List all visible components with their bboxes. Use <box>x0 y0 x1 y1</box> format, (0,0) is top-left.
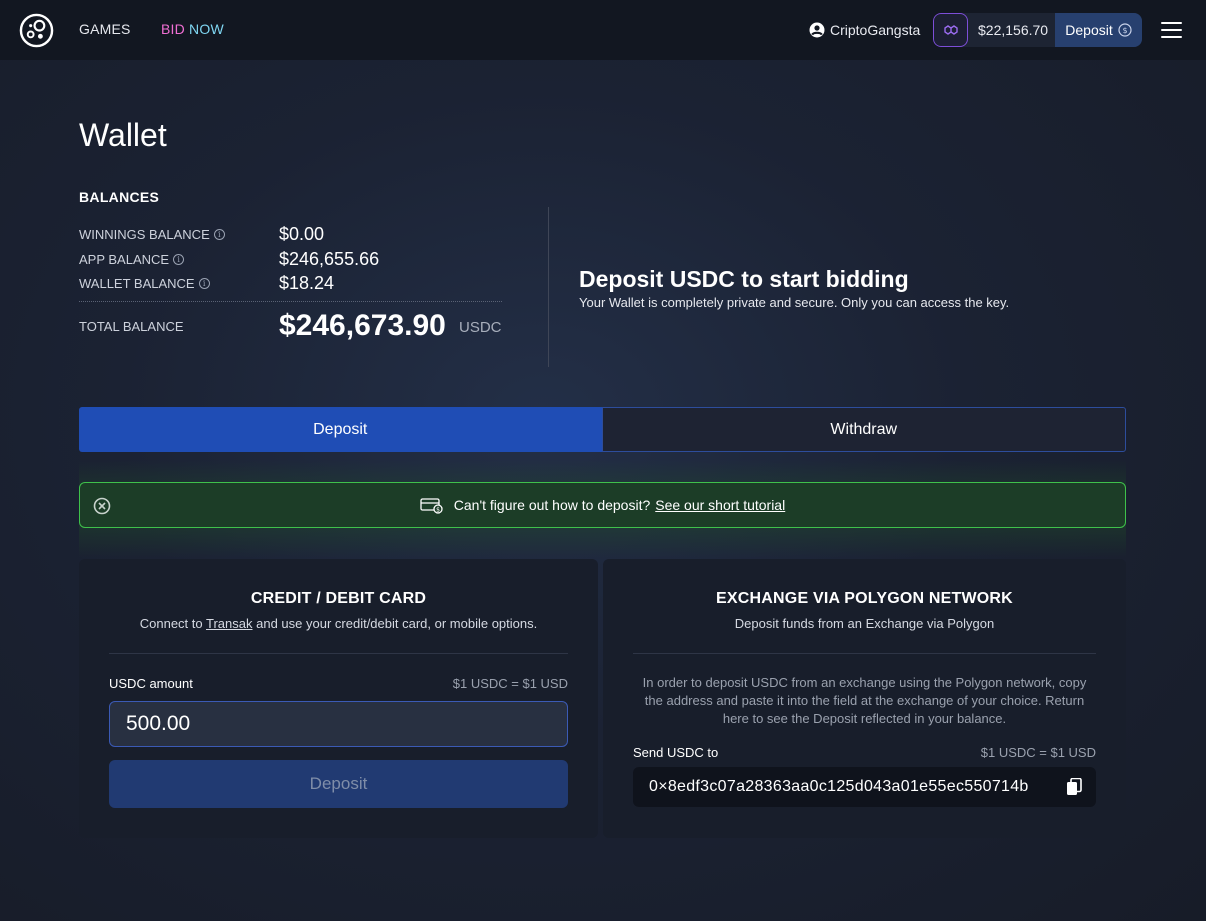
money-card-icon: $ <box>420 498 443 514</box>
balance-value: $0.00 <box>279 224 325 244</box>
page-title: Wallet <box>79 117 167 153</box>
tutorial-link[interactable]: See our short tutorial <box>655 497 785 513</box>
deposit-withdraw-tabs: Deposit Withdraw <box>79 407 1126 452</box>
promo-subtitle: Your Wallet is completely private and se… <box>579 295 1010 310</box>
header-balance: $22,156.70 <box>978 22 1049 38</box>
total-balance-value: $246,673.90 <box>279 309 446 342</box>
tab-deposit[interactable]: Deposit <box>79 407 602 452</box>
balance-label: WINNINGS BALANCE i <box>79 227 279 242</box>
bid-now-part1: BID <box>161 21 185 37</box>
usdc-amount-input[interactable] <box>109 701 568 747</box>
winnings-balance-row: WINNINGS BALANCE i $0.00 <box>79 224 324 245</box>
header-deposit-label: Deposit <box>1065 22 1113 38</box>
exchange-deposit-panel: EXCHANGE VIA POLYGON NETWORK Deposit fun… <box>603 559 1126 838</box>
balances-heading: BALANCES <box>79 189 160 205</box>
card-panel-subtitle: Connect to Transak and use your credit/d… <box>79 616 598 631</box>
exchange-instructions: In order to deposit USDC from an exchang… <box>642 675 1087 726</box>
exchange-rate: $1 USDC = $1 USD <box>980 745 1096 760</box>
balance-value: $246,655.66 <box>279 249 380 269</box>
user-menu[interactable]: CriptoGangsta <box>809 22 920 38</box>
exchange-panel-subtitle: Deposit funds from an Exchange via Polyg… <box>734 616 995 631</box>
logo-icon[interactable] <box>19 13 54 48</box>
username: CriptoGangsta <box>830 22 921 38</box>
tab-withdraw[interactable]: Withdraw <box>601 407 1126 452</box>
card-rate: $1 USDC = $1 USD <box>452 676 568 691</box>
wallet-balance-row: WALLET BALANCE i $18.24 <box>79 273 334 294</box>
nav-games-link[interactable]: GAMES <box>79 21 131 37</box>
deposit-address-field[interactable]: 0×8edf3c07a28363aa0c125d043a01e55ec55071… <box>633 767 1096 807</box>
header-deposit-button[interactable]: Deposit $ <box>1055 13 1142 47</box>
deposit-button[interactable]: Deposit <box>109 760 568 808</box>
info-icon[interactable]: i <box>198 278 210 289</box>
balance-label: WALLET BALANCE i <box>79 276 279 291</box>
promo-title: Deposit USDC to start bidding <box>579 266 909 292</box>
exchange-panel-title: EXCHANGE VIA POLYGON NETWORK <box>716 590 1013 607</box>
nav-bid-now-link[interactable]: BID NOW <box>161 21 224 37</box>
tutorial-text-wrap: Can't figure out how to deposit? See our … <box>454 497 785 513</box>
info-icon[interactable]: i <box>213 229 225 240</box>
usdc-coin-icon: $ <box>1118 23 1132 37</box>
top-navbar: GAMES BID NOW CriptoGangsta $22,156.70 D… <box>0 0 1206 60</box>
amount-label: USDC amount <box>109 676 193 691</box>
close-circle-icon[interactable] <box>93 497 111 515</box>
card-panel-title: CREDIT / DEBIT CARD <box>250 590 427 607</box>
total-balance-unit: USDC <box>459 319 502 336</box>
user-icon <box>809 22 825 38</box>
wallet-pill: $22,156.70 Deposit $ <box>933 13 1142 47</box>
balance-divider <box>79 301 502 302</box>
card-sub-after: and use your credit/debit card, or mobil… <box>256 616 538 631</box>
vertical-divider <box>548 207 549 367</box>
app-balance-row: APP BALANCE i $246,655.66 <box>79 249 379 270</box>
card-deposit-panel: CREDIT / DEBIT CARD Connect to Transak a… <box>79 559 598 838</box>
total-balance-label: TOTAL BALANCE <box>79 319 184 334</box>
panel-divider <box>633 653 1096 654</box>
tutorial-text: Can't figure out how to deposit? <box>453 497 651 513</box>
panel-divider <box>109 653 568 654</box>
send-usdc-label: Send USDC to <box>633 745 719 760</box>
bid-now-part2: NOW <box>189 21 224 37</box>
menu-icon[interactable] <box>1161 22 1182 38</box>
copy-icon[interactable] <box>1066 778 1082 796</box>
card-sub-before: Connect to <box>139 616 203 631</box>
tutorial-banner: $ Can't figure out how to deposit? See ou… <box>79 482 1126 528</box>
info-icon[interactable]: i <box>173 254 185 265</box>
svg-text:$: $ <box>436 507 440 514</box>
network-button[interactable] <box>933 13 968 47</box>
balance-value: $18.24 <box>279 273 335 293</box>
balance-label: APP BALANCE i <box>79 252 279 267</box>
svg-text:$: $ <box>1122 26 1127 35</box>
polygon-chain-icon <box>943 25 958 35</box>
transak-link[interactable]: Transak <box>206 616 252 631</box>
deposit-address: 0×8edf3c07a28363aa0c125d043a01e55ec55071… <box>649 778 1029 795</box>
